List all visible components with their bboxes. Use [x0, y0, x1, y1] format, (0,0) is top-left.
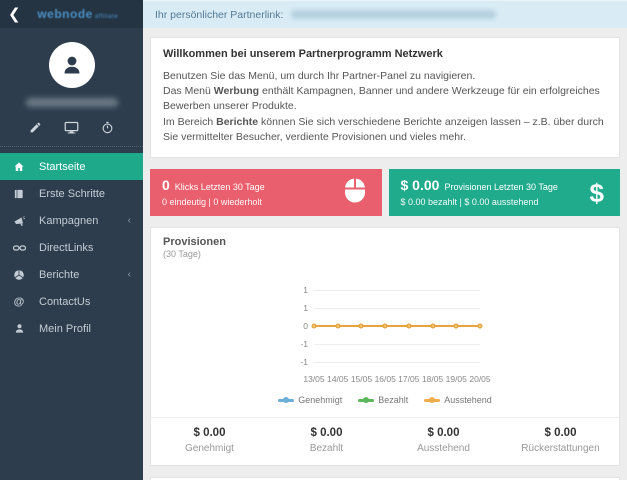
y-tick: 0: [303, 321, 308, 332]
data-point: [453, 323, 459, 329]
stopwatch-icon[interactable]: [101, 121, 114, 134]
stats-row: 0 Klicks Letzten 30 Tage 0 eindeutig | 0…: [150, 169, 620, 217]
sidebar-item-label: Startseite: [39, 160, 86, 173]
sidebar-item-mein-profil[interactable]: Mein Profil: [0, 315, 143, 342]
main-area: Ihr persönlicher Partnerlink: Willkommen…: [143, 0, 627, 480]
clicks-breakdown: 0 eindeutig | 0 wiederholt: [162, 197, 262, 208]
clicks-value: 0: [162, 177, 170, 194]
welcome-card: Willkommen bei unserem Partnerprogramm N…: [150, 37, 620, 159]
chart-plot: 1 1 0 -1 -1 13/05 14/05 15/05 16/05 17/0…: [290, 281, 490, 386]
legend-marker-green: [358, 398, 375, 402]
sidebar-item-label: Berichte: [39, 268, 80, 281]
y-tick: 1: [303, 285, 308, 296]
avatar[interactable]: [48, 42, 95, 88]
chart-legend: Genehmigt Bezahlt Ausstehend: [151, 395, 619, 405]
legend-bezahlt[interactable]: Bezahlt: [358, 395, 408, 405]
gridline: [314, 361, 480, 363]
summary-ausstehend: $ 0.00 Ausstehend: [417, 427, 470, 455]
monitor-icon[interactable]: [64, 121, 79, 134]
welcome-line-1: Benutzen Sie das Menü, um durch Ihr Part…: [163, 70, 476, 82]
username-redacted: [25, 98, 118, 107]
chart-title: Provisionen: [163, 236, 226, 249]
commissions-label: Provisionen Letzten 30 Tage: [444, 182, 558, 193]
sidebar-item-label: Erste Schritte: [39, 187, 106, 200]
sidebar-item-startseite[interactable]: Startseite: [0, 153, 143, 180]
summary-bezahlt: $ 0.00 Bezahlt: [309, 427, 344, 455]
data-line-ausstehend: [311, 323, 483, 329]
x-tick: 18/05: [421, 374, 444, 385]
y-tick: 1: [303, 303, 308, 314]
user-icon: [64, 56, 79, 74]
sidebar-item-directlinks[interactable]: DirectLinks: [0, 234, 143, 261]
data-point: [406, 323, 412, 329]
sidebar: ❮ webnode affiliate Startseite Erste Sch…: [0, 0, 143, 480]
legend-genehmigt[interactable]: Genehmigt: [278, 395, 342, 405]
x-tick: 15/05: [350, 374, 373, 385]
y-tick: -1: [300, 339, 308, 350]
x-tick: 16/05: [374, 374, 396, 385]
chevron-left-icon: ‹: [127, 269, 131, 280]
legend-marker-blue: [278, 398, 295, 402]
summary-genehmigt: $ 0.00 Genehmigt: [185, 427, 234, 455]
gridline: [314, 307, 480, 309]
y-tick: -1: [300, 357, 308, 368]
welcome-line-2: Das Menü Werbung enthält Kampagnen, Bann…: [163, 85, 600, 113]
home-icon: [12, 161, 26, 173]
chevron-left-icon: ‹: [127, 215, 131, 226]
dollar-icon: $: [589, 177, 604, 208]
data-point: [335, 323, 341, 329]
sidebar-header: ❮ webnode affiliate: [0, 0, 143, 28]
at-icon: @: [13, 295, 25, 308]
collapse-sidebar-icon[interactable]: ❮: [8, 7, 21, 22]
x-tick: 13/05: [303, 374, 325, 385]
clicks-stat-card[interactable]: 0 Klicks Letzten 30 Tage 0 eindeutig | 0…: [150, 169, 382, 217]
gridline: [314, 343, 480, 345]
x-tick: 14/05: [327, 374, 349, 385]
sidebar-item-label: ContactUs: [39, 295, 91, 308]
commissions-breakdown: $ 0.00 bezahlt | $ 0.00 ausstehend: [400, 197, 539, 208]
sidebar-item-label: DirectLinks: [39, 241, 94, 254]
content: Willkommen bei unserem Partnerprogramm N…: [143, 28, 627, 480]
commissions-chart-card: Provisionen (30 Tage) 1 1 0 -1 -1 13/05 …: [150, 227, 620, 467]
sidebar-item-label: Kampagnen: [39, 214, 99, 227]
sidebar-item-contactus[interactable]: @ ContactUs: [0, 288, 143, 315]
chart-subtitle: (30 Tage): [163, 249, 201, 260]
welcome-line-3: Im Bereich Berichte können Sie sich vers…: [163, 115, 604, 143]
x-tick: 20/05: [469, 374, 491, 385]
x-tick: 17/05: [398, 374, 420, 385]
sidebar-menu: Startseite Erste Schritte Kampagnen ‹ Di…: [0, 147, 143, 342]
data-point: [477, 323, 483, 329]
megaphone-icon: [12, 215, 26, 227]
welcome-title: Willkommen bei unserem Partnerprogramm N…: [163, 48, 443, 60]
sidebar-item-kampagnen[interactable]: Kampagnen ‹: [0, 207, 143, 234]
mouse-icon: [344, 177, 366, 208]
partner-link-redacted[interactable]: [291, 10, 497, 19]
commissions-summary: $ 0.00 Genehmigt $ 0.00 Bezahlt $ 0.00 A…: [151, 417, 619, 465]
partner-link-bar: Ihr persönlicher Partnerlink:: [143, 0, 627, 28]
legend-ausstehend[interactable]: Ausstehend: [424, 395, 492, 405]
data-point: [430, 323, 436, 329]
commissions-value: $ 0.00: [400, 177, 440, 194]
x-axis-labels: 13/05 14/05 15/05 16/05 17/05 18/05 19/0…: [303, 374, 490, 386]
data-point: [382, 323, 388, 329]
profile-section: [0, 28, 143, 147]
legend-marker-orange: [424, 398, 441, 402]
clicks-label: Klicks Letzten 30 Tage: [174, 182, 265, 193]
summary-rueckerstattungen: $ 0.00 Rückerstattungen: [521, 427, 600, 455]
brand-logo[interactable]: webnode affiliate: [21, 7, 135, 21]
gridline: [314, 289, 480, 291]
commissions-stat-card[interactable]: $ 0.00 Provisionen Letzten 30 Tage $ 0.0…: [388, 169, 620, 217]
data-point: [311, 323, 317, 329]
book-icon: [12, 188, 26, 200]
sidebar-item-erste-schritte[interactable]: Erste Schritte: [0, 180, 143, 207]
user-icon: [12, 323, 26, 334]
x-tick: 19/05: [445, 374, 467, 385]
sidebar-item-label: Mein Profil: [39, 322, 91, 335]
sidebar-item-berichte[interactable]: Berichte ‹: [0, 261, 143, 288]
link-icon: [12, 243, 26, 253]
data-point: [358, 323, 364, 329]
pie-chart-icon: [12, 269, 26, 281]
partner-link-label: Ihr persönlicher Partnerlink:: [155, 8, 284, 21]
pencil-icon[interactable]: [29, 121, 42, 134]
